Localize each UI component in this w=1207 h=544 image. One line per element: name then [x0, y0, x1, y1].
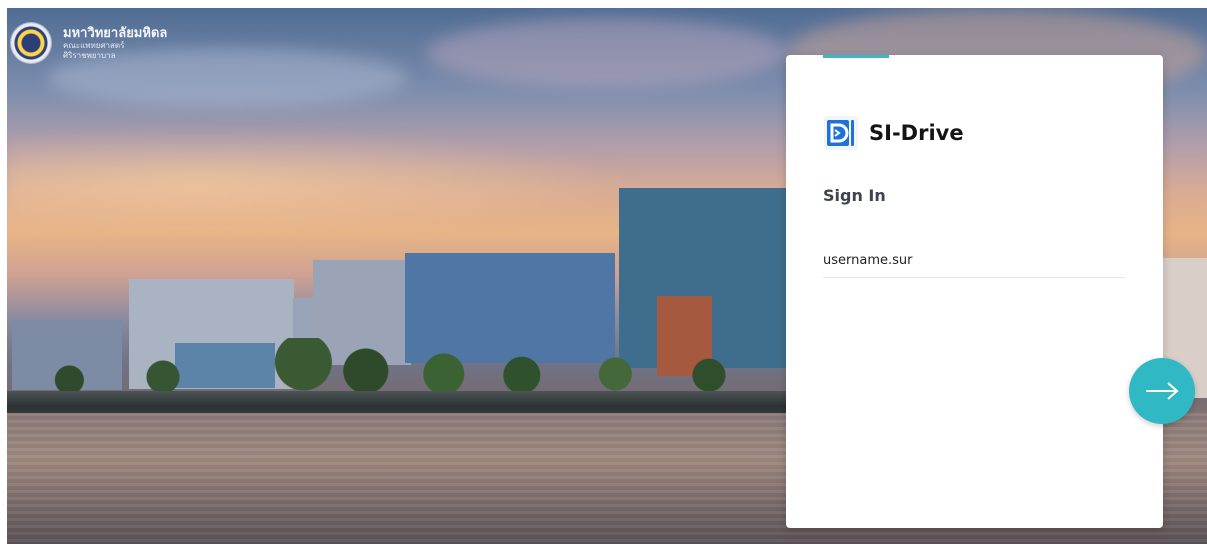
university-name: มหาวิทยาลัยมหิดล	[63, 25, 168, 41]
faculty-name-line1: คณะแพทยศาสตร์	[63, 40, 125, 50]
next-button[interactable]	[1129, 358, 1195, 424]
username-input[interactable]	[823, 243, 1125, 278]
sign-in-heading: Sign In	[823, 186, 886, 205]
university-logo: มหาวิทยาลัยมหิดล คณะแพทยศาสตร์ ศิริราชพย…	[11, 23, 167, 63]
faculty-name-line2: ศิริราชพยาบาล	[63, 50, 116, 60]
sign-in-card: SI-Drive Sign In	[786, 55, 1163, 528]
app-name: SI-Drive	[869, 121, 964, 145]
card-accent-bar	[823, 55, 889, 58]
si-drive-logo-icon	[824, 116, 858, 150]
university-seal-icon	[11, 23, 51, 63]
app-brand: SI-Drive	[824, 116, 964, 150]
arrow-right-icon	[1146, 382, 1179, 400]
